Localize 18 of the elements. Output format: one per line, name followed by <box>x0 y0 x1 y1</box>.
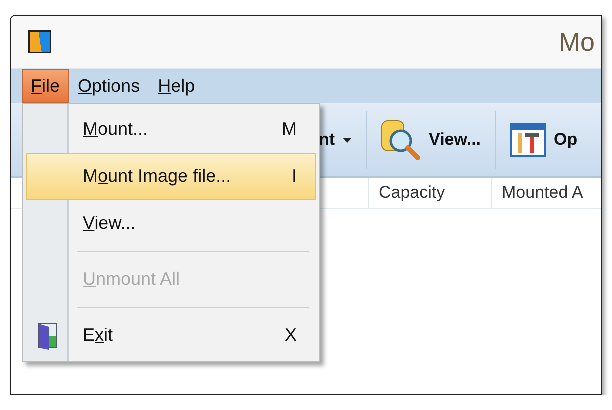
menu-bar-item[interactable]: Help <box>149 69 204 103</box>
menu-item[interactable]: Exit X <box>26 312 316 359</box>
tools-icon <box>510 123 546 157</box>
toolbar-button[interactable]: Op <box>506 112 582 168</box>
caret-icon <box>343 138 352 142</box>
column-header[interactable]: Capacity <box>368 178 491 208</box>
menu-bar-item[interactable]: File <box>22 69 70 103</box>
toolbar-button[interactable]: View... <box>377 112 486 168</box>
app-logo-icon <box>28 30 52 54</box>
window-title: Mo <box>558 26 595 58</box>
menu-item[interactable]: View... <box>26 200 316 247</box>
menu-bar-item[interactable]: Options <box>69 69 150 103</box>
magnifier-icon <box>381 119 422 161</box>
menu-item[interactable]: Mount Image file... I <box>26 153 316 200</box>
toolbar-button[interactable]: nt <box>315 112 356 168</box>
menu-item[interactable]: Mount... M <box>26 106 316 153</box>
column-header[interactable]: Mounted A <box>491 178 594 208</box>
door-icon <box>37 322 59 350</box>
